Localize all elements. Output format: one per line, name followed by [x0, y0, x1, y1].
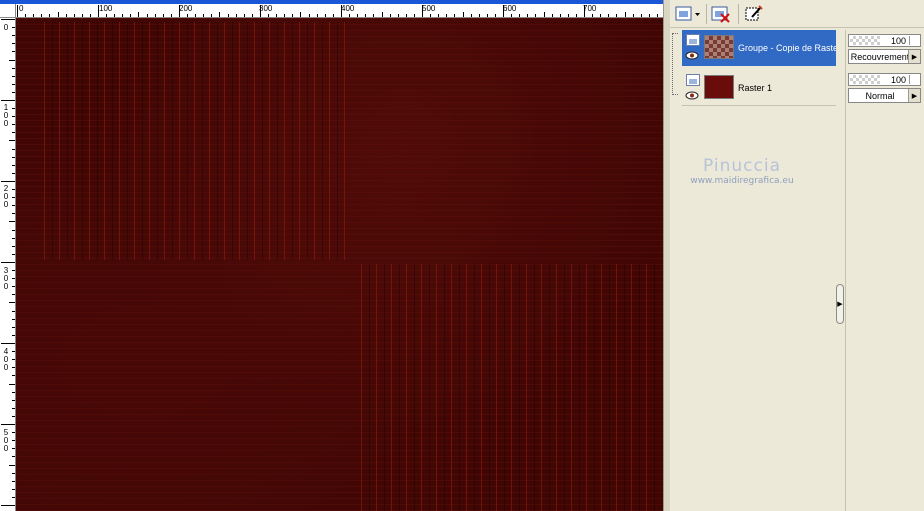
opacity-slider[interactable]: 100: [848, 34, 921, 47]
ruler-left-label-0: 0: [3, 23, 9, 32]
ruler-label-600: 600: [503, 4, 517, 13]
layers-list: Groupe - Copie de Raster 1 Raster 1: [672, 30, 836, 500]
ruler-label-700: 700: [583, 4, 597, 13]
ruler-label-400: 400: [341, 4, 355, 13]
chevron-right-icon: ▶: [837, 300, 843, 308]
layer-props-groupe-copie: 100 Recouvrement ▶: [848, 34, 923, 64]
ruler-left-label-400: 4 0 0: [3, 347, 9, 372]
palette-collapse-handle[interactable]: ▶: [836, 284, 844, 324]
layer-controls: [684, 72, 702, 104]
chevron-right-icon[interactable]: ▶: [908, 89, 920, 102]
group-bracket: [672, 33, 678, 95]
layer-thumbnail: [704, 35, 734, 59]
image-canvas[interactable]: [16, 18, 663, 511]
stripe-pattern-top-left: [44, 22, 349, 260]
edit-selection-button[interactable]: [743, 4, 765, 24]
opacity-value: 100: [890, 75, 906, 85]
ruler-label-0: 0: [19, 4, 24, 13]
layer-thumbnail: [704, 75, 734, 99]
layers-toolbar: [670, 0, 924, 28]
ruler-label-300: 300: [259, 4, 273, 13]
toolbar-separator: [738, 4, 739, 24]
ruler-left-label-200: 2 0 0: [3, 184, 9, 209]
ruler-left-label-500: 5 0 0: [3, 428, 9, 453]
ruler-label-100: 100: [99, 4, 113, 13]
visibility-eye-icon[interactable]: [685, 51, 699, 60]
delete-layer-icon: [711, 6, 730, 23]
opacity-slider[interactable]: 100: [848, 73, 921, 86]
delete-layer-button[interactable]: [710, 4, 732, 24]
panel-splitter[interactable]: [663, 0, 670, 511]
opacity-grip[interactable]: [909, 75, 918, 84]
opacity-value: 100: [890, 36, 906, 46]
ruler-corner: [0, 4, 16, 18]
layer-props-raster-1: 100 Normal ▶: [848, 73, 923, 103]
ruler-left-label-100: 1 0 0: [3, 103, 9, 128]
ruler-left-label-300: 3 0 0: [3, 266, 9, 291]
horizontal-ruler: 0 100 200 300 400 500 600 700: [16, 4, 663, 18]
blend-mode-select[interactable]: Normal ▶: [848, 88, 921, 103]
opacity-grip[interactable]: [909, 36, 918, 45]
chevron-right-icon[interactable]: ▶: [908, 50, 920, 63]
edit-selection-icon: [745, 5, 763, 21]
layer-name[interactable]: Groupe - Copie de Raster 1: [738, 43, 836, 53]
layers-palette: Groupe - Copie de Raster 1 Raster 1 ▶ 10…: [670, 0, 924, 511]
toolbar-separator: [706, 4, 707, 24]
blend-mode-value: Normal: [865, 91, 895, 101]
horizontal-ruler-ticks: [17, 5, 658, 17]
raster-layer-icon: [686, 74, 700, 86]
ruler-label-500: 500: [422, 4, 436, 13]
blend-mode-select[interactable]: Recouvrement ▶: [848, 49, 921, 64]
ruler-label-200: 200: [179, 4, 193, 13]
blend-mode-value: Recouvrement: [850, 52, 910, 62]
opacity-checker: [850, 75, 880, 84]
stripe-pattern-bottom-right: [361, 264, 661, 511]
new-raster-layer-icon: [675, 6, 700, 21]
raster-layer-icon: [686, 34, 700, 46]
new-layer-button[interactable]: [673, 4, 703, 24]
layer-properties-column: 100 Recouvrement ▶ 100 Normal ▶: [845, 30, 924, 511]
visibility-eye-icon[interactable]: [685, 91, 699, 100]
layer-row-raster-1[interactable]: Raster 1: [682, 70, 836, 106]
vertical-ruler: 0 1 0 0 2 0 0 3 0 0 4 0 0 5 0 0: [0, 18, 16, 511]
opacity-checker: [850, 36, 880, 45]
layer-controls: [684, 32, 702, 64]
layer-row-groupe-copie[interactable]: Groupe - Copie de Raster 1: [682, 30, 836, 66]
layer-name[interactable]: Raster 1: [738, 83, 836, 93]
